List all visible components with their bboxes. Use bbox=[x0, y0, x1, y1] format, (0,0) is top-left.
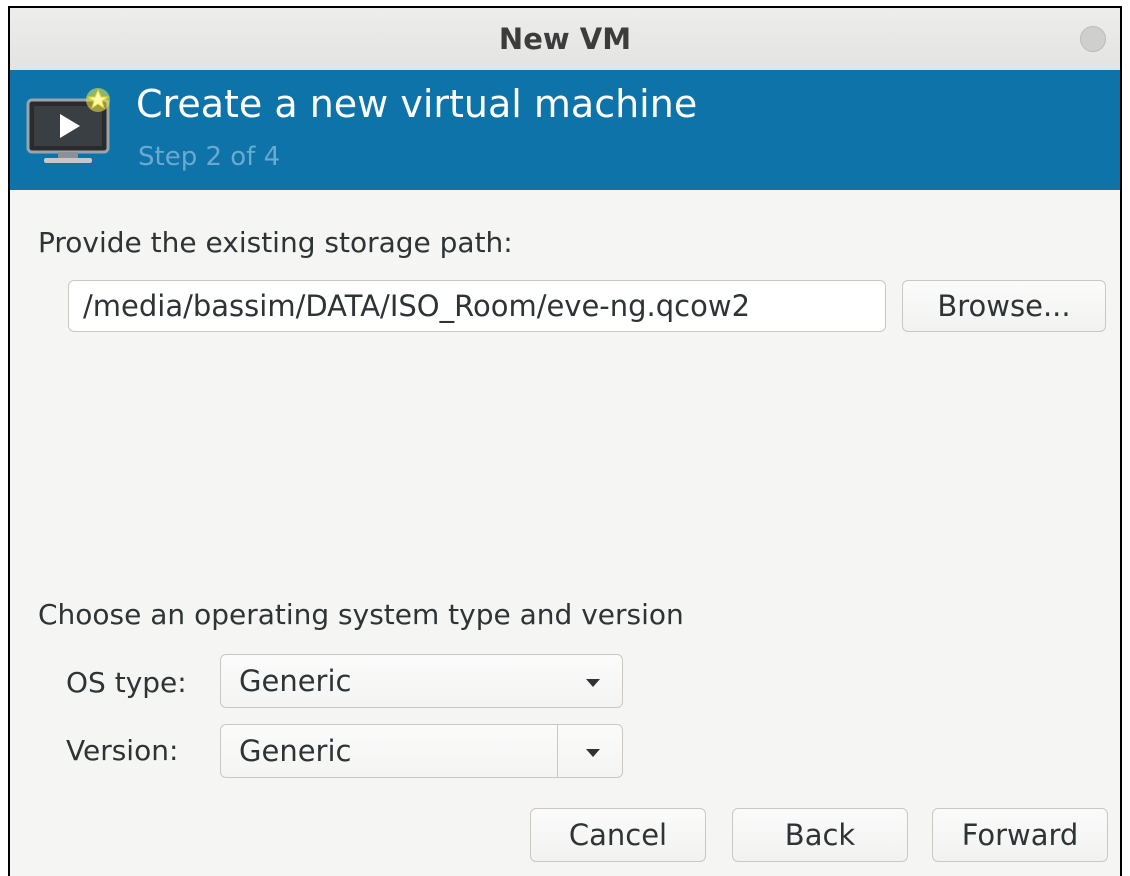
title-bar: New VM bbox=[10, 8, 1120, 71]
os-version-combo[interactable]: Generic bbox=[220, 724, 623, 778]
new-vm-dialog: New VM Create a new virtual machine Step… bbox=[8, 6, 1122, 876]
new-vm-monitor-icon bbox=[24, 86, 116, 168]
window-close-button[interactable] bbox=[1080, 26, 1106, 52]
wizard-header-banner: Create a new virtual machine Step 2 of 4 bbox=[10, 70, 1120, 190]
os-version-value[interactable]: Generic bbox=[239, 725, 351, 777]
os-type-dropdown[interactable]: Generic bbox=[220, 654, 623, 708]
os-type-value: Generic bbox=[239, 664, 352, 698]
window-title: New VM bbox=[498, 22, 632, 56]
chevron-down-icon[interactable] bbox=[586, 749, 600, 757]
combo-divider bbox=[557, 725, 558, 777]
wizard-step-indicator: Step 2 of 4 bbox=[138, 142, 281, 172]
os-section-label: Choose an operating system type and vers… bbox=[38, 598, 684, 631]
chevron-down-icon bbox=[586, 679, 600, 687]
os-version-label: Version: bbox=[66, 734, 179, 767]
os-type-label: OS type: bbox=[66, 666, 187, 699]
storage-path-input[interactable]: /media/bassim/DATA/ISO_Room/eve-ng.qcow2 bbox=[68, 280, 886, 332]
forward-button[interactable]: Forward bbox=[932, 808, 1108, 862]
browse-button[interactable]: Browse... bbox=[902, 280, 1106, 332]
back-button[interactable]: Back bbox=[732, 808, 908, 862]
cancel-button[interactable]: Cancel bbox=[530, 808, 706, 862]
wizard-title: Create a new virtual machine bbox=[136, 82, 698, 126]
storage-path-label: Provide the existing storage path: bbox=[38, 226, 513, 259]
